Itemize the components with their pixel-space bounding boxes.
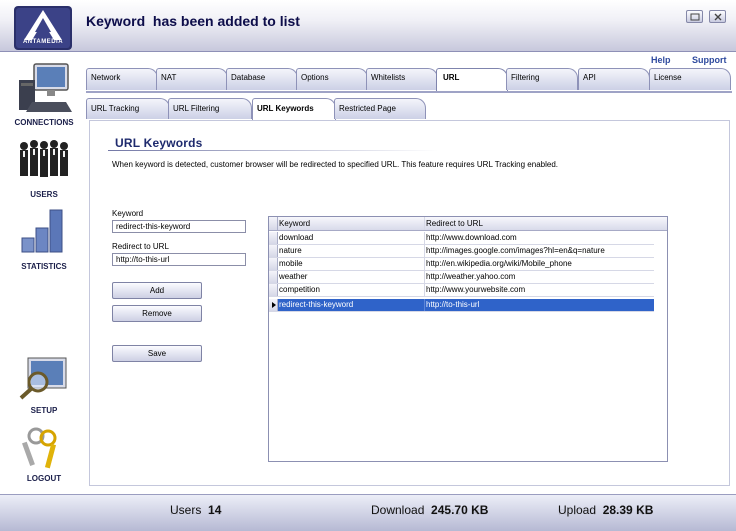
keys-icon — [22, 427, 57, 469]
tabs-divider — [86, 91, 732, 93]
column-header-url[interactable]: Redirect to URL — [426, 219, 483, 228]
sidebar-item-statistics[interactable]: STATISTICS — [0, 206, 88, 272]
minimize-button[interactable] — [686, 10, 703, 23]
remove-button[interactable]: Remove — [112, 305, 202, 322]
computer-icon — [19, 63, 72, 112]
sub-tabs: URL Tracking URL Filtering URL Keywords … — [86, 98, 486, 120]
current-row-arrow-icon — [272, 302, 276, 308]
upload-stat-reflection: Upload 28.39 KB — [558, 507, 654, 516]
table-row[interactable]: weather http://weather.yahoo.com — [269, 271, 654, 284]
sidebar-item-label: USERS — [30, 190, 58, 199]
setup-magnifier-icon — [19, 357, 67, 400]
main-tabs: Network NAT Database Options Whitelists … — [86, 68, 732, 92]
cell-url: http://weather.yahoo.com — [426, 272, 516, 281]
page-description: When keyword is detected, customer brows… — [112, 160, 558, 169]
users-stat-reflection: Users 14 — [170, 507, 222, 516]
row-selector[interactable] — [269, 271, 278, 283]
cell-url: http://en.wikipedia.org/wiki/Mobile_phon… — [426, 259, 572, 268]
users-group-icon — [20, 140, 68, 177]
cell-keyword: download — [279, 233, 314, 242]
table-row-selected[interactable]: redirect-this-keyword http://to-this-url — [269, 299, 654, 312]
table-row[interactable]: mobile http://en.wikipedia.org/wiki/Mobi… — [269, 258, 654, 271]
column-divider — [424, 217, 425, 230]
tab-url-tracking[interactable]: URL Tracking — [86, 98, 170, 119]
close-icon — [714, 13, 722, 21]
tab-database[interactable]: Database — [226, 68, 298, 90]
sidebar-item-users[interactable]: USERS — [0, 138, 88, 200]
sidebar-item-label: LOGOUT — [26, 474, 62, 483]
cell-keyword: mobile — [279, 259, 303, 268]
app-header: ANTAMEDIA Keyword has been added to list… — [0, 0, 736, 52]
tab-nat[interactable]: NAT — [156, 68, 228, 90]
page-title: URL Keywords — [115, 136, 203, 150]
table-row[interactable]: nature http://images.google.com/images?h… — [269, 245, 654, 258]
tab-whitelists[interactable]: Whitelists — [366, 68, 438, 90]
row-selector[interactable] — [269, 284, 278, 296]
cell-keyword: weather — [279, 272, 308, 281]
cell-url: http://to-this-url — [426, 300, 480, 309]
tab-url-filtering[interactable]: URL Filtering — [168, 98, 252, 119]
table-row[interactable]: download http://www.download.com — [269, 232, 654, 245]
row-selector[interactable] — [269, 299, 278, 311]
tab-url-keywords[interactable]: URL Keywords — [252, 98, 336, 120]
tab-restricted-page[interactable]: Restricted Page — [334, 98, 426, 119]
support-link[interactable]: Support — [692, 55, 727, 65]
table-row[interactable]: competition http://www.yourwebsite.com — [269, 284, 654, 297]
cell-url: http://www.yourwebsite.com — [426, 285, 526, 294]
cell-url: http://www.download.com — [426, 233, 517, 242]
help-link[interactable]: Help — [651, 55, 671, 65]
table-header: Keyword Redirect to URL — [269, 217, 667, 231]
add-button[interactable]: Add — [112, 282, 202, 299]
row-selector[interactable] — [269, 245, 278, 257]
sidebar-item-logout[interactable]: LOGOUT — [0, 426, 88, 484]
tab-network[interactable]: Network — [86, 68, 158, 90]
column-header-keyword[interactable]: Keyword — [279, 219, 310, 228]
tab-filtering[interactable]: Filtering — [506, 68, 578, 90]
sidebar-item-label: STATISTICS — [21, 262, 67, 271]
sidebar-item-connections[interactable]: CONNECTIONS — [0, 60, 88, 130]
tab-options[interactable]: Options — [296, 68, 368, 90]
row-selector-header — [269, 217, 278, 230]
status-bar: Users 14 Users 14 Download 245.70 KB Dow… — [0, 494, 736, 531]
tab-url[interactable]: URL — [436, 68, 508, 92]
keyword-input[interactable] — [112, 220, 246, 233]
sidebar-item-label: CONNECTIONS — [14, 118, 74, 127]
download-stat-reflection: Download 245.70 KB — [371, 507, 489, 516]
title-underline — [108, 150, 438, 151]
sidebar-item-setup[interactable]: SETUP — [0, 354, 88, 416]
row-selector[interactable] — [269, 232, 278, 244]
save-button[interactable]: Save — [112, 345, 202, 362]
redirect-url-input[interactable] — [112, 253, 246, 266]
redirect-label: Redirect to URL — [112, 242, 169, 251]
tab-api[interactable]: API — [578, 68, 650, 90]
keyword-label: Keyword — [112, 209, 144, 218]
keywords-table: Keyword Redirect to URL download http://… — [268, 216, 668, 462]
tab-license[interactable]: License — [649, 68, 731, 90]
minimize-icon — [690, 13, 700, 21]
row-selector[interactable] — [269, 258, 278, 270]
close-button[interactable] — [709, 10, 726, 23]
bar-chart-icon — [21, 209, 63, 253]
status-title-reflection: Keyword has been added to list — [86, 17, 300, 27]
cell-url: http://images.google.com/images?hl=en&q=… — [426, 246, 605, 255]
brand-name: ANTAMEDIA — [22, 39, 64, 45]
cell-keyword: nature — [279, 246, 302, 255]
sidebar-item-label: SETUP — [30, 406, 58, 415]
cell-keyword: competition — [279, 285, 320, 294]
cell-keyword: redirect-this-keyword — [279, 300, 354, 309]
